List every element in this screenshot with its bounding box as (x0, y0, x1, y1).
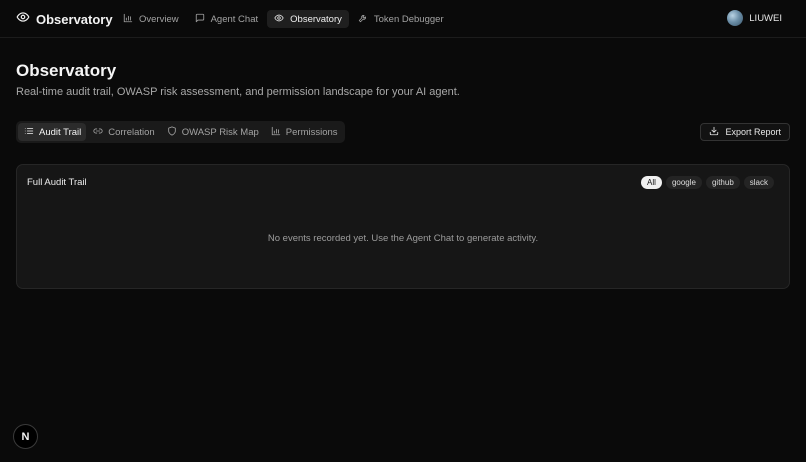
source-filters: All google github slack (641, 176, 774, 189)
tab-audit-trail[interactable]: Audit Trail (18, 123, 87, 141)
wrench-icon (358, 13, 368, 26)
message-square-icon (195, 13, 205, 26)
nav-item-token-debugger[interactable]: Token Debugger (351, 10, 451, 28)
export-report-button[interactable]: Export Report (700, 123, 790, 141)
nav-item-observatory[interactable]: Observatory (267, 10, 349, 28)
tab-label: Audit Trail (39, 126, 82, 138)
tab-owasp-risk-map[interactable]: OWASP Risk Map (161, 123, 264, 141)
filter-chip-all[interactable]: All (641, 176, 662, 189)
page-subtitle: Real-time audit trail, OWASP risk assess… (16, 86, 460, 98)
tab-label: Correlation (108, 126, 155, 138)
eye-icon (274, 13, 284, 26)
empty-state-message: No events recorded yet. Use the Agent Ch… (267, 233, 539, 244)
nav-item-label: Overview (139, 13, 179, 25)
export-report-label: Export Report (725, 127, 781, 137)
section-tabs: Audit Trail Correlation OWASP Risk Map P… (16, 121, 345, 143)
nav-item-agent-chat[interactable]: Agent Chat (188, 10, 266, 28)
audit-trail-card: Full Audit Trail All google github slack… (16, 164, 790, 289)
avatar (727, 10, 744, 26)
brand-name: Observatory (36, 12, 113, 27)
card-title: Full Audit Trail (27, 177, 87, 188)
tab-permissions[interactable]: Permissions (265, 123, 343, 141)
bar-chart-icon (123, 13, 133, 26)
shield-icon (167, 125, 177, 139)
tab-label: OWASP Risk Map (181, 126, 259, 138)
link-icon (93, 126, 103, 139)
filter-chip-google[interactable]: google (665, 176, 702, 189)
main-nav: Overview Agent Chat Observatory Token De… (116, 10, 451, 28)
nav-item-label: Observatory (290, 13, 342, 25)
user-menu[interactable]: LIUWEI (727, 10, 782, 26)
nextjs-dev-badge[interactable]: N (13, 424, 38, 449)
brand[interactable]: Observatory (16, 10, 113, 29)
filter-chip-github[interactable]: github (705, 176, 740, 189)
filter-chip-slack[interactable]: slack (743, 176, 774, 189)
bar-chart-icon (271, 126, 281, 139)
nav-item-label: Agent Chat (210, 13, 259, 25)
user-name: LIUWEI (749, 12, 782, 24)
nav-item-label: Token Debugger (373, 13, 444, 25)
nav-item-overview[interactable]: Overview (116, 10, 186, 28)
eye-icon (16, 10, 30, 29)
page-title: Observatory (16, 61, 117, 80)
top-navigation-bar: Observatory Overview Agent Chat Observat… (0, 0, 806, 38)
list-icon (24, 126, 34, 139)
tab-correlation[interactable]: Correlation (87, 123, 159, 141)
tab-label: Permissions (285, 126, 338, 138)
download-icon (709, 126, 719, 138)
badge-letter: N (21, 430, 30, 443)
